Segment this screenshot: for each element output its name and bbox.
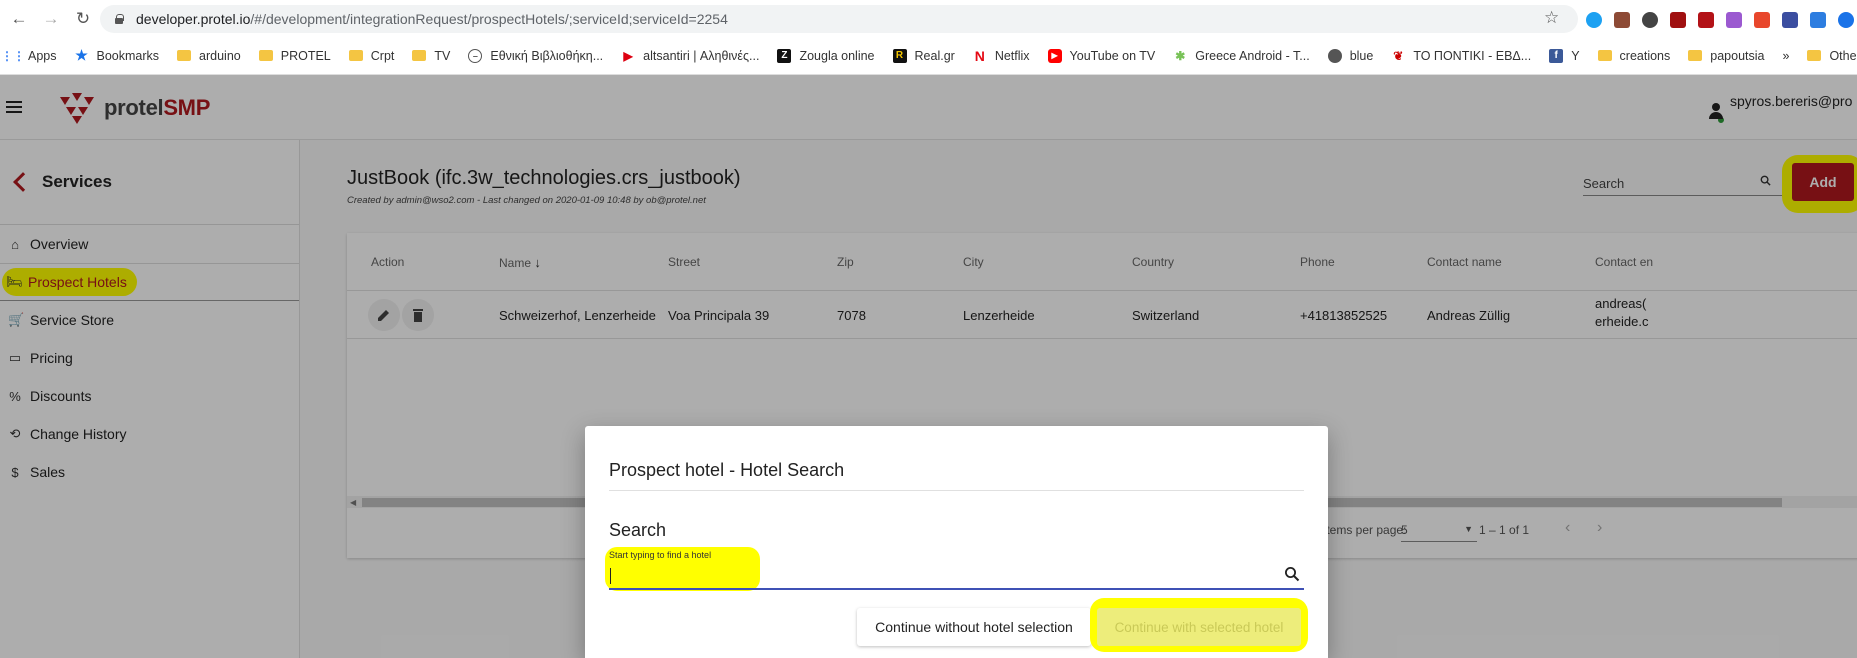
browser-toolbar: ← → ↻ developer.protel.io/#/development/… [0, 0, 1857, 37]
extension-icon[interactable] [1810, 12, 1826, 28]
android-icon: ✱ [1175, 48, 1186, 63]
hotel-search-dialog: Prospect hotel - Hotel Search Search Sta… [585, 426, 1328, 658]
continue-with-hotel-button[interactable]: Continue with selected hotel [1097, 608, 1301, 646]
bookmark-star-icon[interactable]: ☆ [1544, 8, 1559, 28]
bookmark-netflix[interactable]: N Netflix [973, 47, 1030, 64]
extension-icon[interactable] [1614, 12, 1630, 28]
bookmark-apps[interactable]: ⋮⋮ Apps [1, 48, 57, 63]
hotel-search-label: Start typing to find a hotel [609, 550, 712, 560]
extension-icon[interactable] [1670, 12, 1686, 28]
apps-icon: ⋮⋮ [1, 48, 25, 63]
continue-without-hotel-button[interactable]: Continue without hotel selection [857, 608, 1091, 646]
back-arrow-icon[interactable]: ← [6, 6, 32, 32]
folder-icon [1688, 50, 1703, 61]
reload-icon[interactable]: ↻ [70, 6, 96, 32]
globe-icon [1327, 48, 1342, 63]
profile-icon[interactable] [1838, 12, 1854, 28]
bookmark-arduino[interactable]: arduino [177, 49, 241, 63]
bookmark-papoutsia[interactable]: papoutsia [1688, 49, 1764, 63]
bookmark-youtube[interactable]: ▶ YouTube on TV [1047, 48, 1155, 63]
bookmark-other[interactable]: Other bo [1807, 49, 1857, 63]
star-icon: ★ [75, 47, 88, 63]
folder-icon [348, 50, 363, 61]
netflix-icon: N [974, 47, 985, 64]
bookmark-greece-android[interactable]: ✱ Greece Android - T... [1173, 49, 1309, 63]
extension-icon[interactable] [1754, 12, 1770, 28]
bookmarks-bar: ⋮⋮ Apps ★ Bookmarks arduino PROTEL Crpt TV… [0, 37, 1857, 75]
extension-icon[interactable] [1782, 12, 1798, 28]
folder-icon [258, 50, 273, 61]
bookmark-ethniki[interactable]: – Εθνική Βιβλιοθήκη... [468, 48, 603, 63]
url-text: developer.protel.io/#/development/integr… [136, 11, 728, 27]
extension-icon[interactable] [1698, 12, 1714, 28]
bookmark-real[interactable]: R Real.gr [892, 48, 955, 63]
facebook-icon: f [1549, 48, 1564, 63]
folder-icon [1597, 50, 1612, 61]
globe-icon: – [468, 48, 483, 63]
bookmark-facebook[interactable]: fΥ [1549, 48, 1580, 63]
folder-icon [412, 50, 427, 61]
bookmark-blue[interactable]: blue [1327, 48, 1373, 63]
extension-icon[interactable] [1642, 12, 1658, 28]
folder-icon [1807, 50, 1822, 61]
search-heading: Search [609, 520, 667, 540]
bookmark-protel[interactable]: PROTEL [258, 49, 331, 63]
app-root: protelSMP spyros.bereris@pro Services ⌂ … [0, 75, 1857, 658]
mouse-icon: ❦ [1393, 48, 1404, 63]
bookmark-tv[interactable]: TV [412, 49, 450, 63]
folder-icon [177, 50, 192, 61]
r-icon: R [892, 48, 907, 63]
z-icon: Z [777, 48, 792, 63]
text-caret [610, 568, 611, 584]
divider [609, 490, 1304, 491]
bookmark-zougla[interactable]: Z Zougla online [777, 48, 875, 63]
skype-extension-icon[interactable] [1586, 12, 1602, 28]
bookmark-crpt[interactable]: Crpt [348, 49, 394, 63]
forward-arrow-icon[interactable]: → [38, 6, 64, 32]
lock-icon [114, 14, 124, 24]
bookmark-altsantiri[interactable]: ▶ altsantiri | Αληθινές... [621, 48, 760, 63]
dialog-title: Prospect hotel - Hotel Search [609, 460, 845, 480]
hotel-search-input[interactable] [609, 564, 1304, 590]
address-bar[interactable]: developer.protel.io/#/development/integr… [100, 5, 1578, 33]
youtube-icon: ▶ [1047, 48, 1062, 63]
bookmark-bookmarks[interactable]: ★ Bookmarks [75, 47, 159, 63]
play-icon: ▶ [623, 48, 633, 63]
search-icon[interactable] [1284, 566, 1300, 582]
bookmark-pontiki[interactable]: ❦ ΤΟ ΠΟΝΤΙΚΙ - ΕΒΔ... [1391, 49, 1531, 63]
extension-icon[interactable] [1726, 12, 1742, 28]
bookmark-creations[interactable]: creations [1597, 49, 1670, 63]
bookmarks-overflow-button[interactable]: » [1782, 49, 1789, 63]
